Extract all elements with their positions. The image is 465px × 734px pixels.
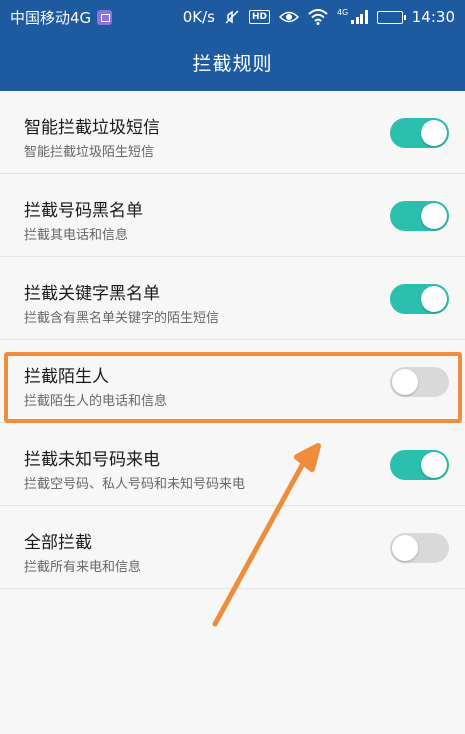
rule-toggle[interactable] — [390, 450, 449, 480]
rule-title: 全部拦截 — [24, 533, 92, 553]
rule-toggle[interactable] — [390, 201, 449, 231]
rule-description: 拦截陌生人的电话和信息 — [24, 394, 168, 409]
rule-description: 拦截空号码、私人号码和未知号码来电 — [24, 477, 246, 492]
rule-title: 智能拦截垃圾短信 — [24, 118, 160, 138]
battery-icon — [376, 10, 406, 24]
toggle-knob — [421, 286, 447, 312]
rule-item[interactable]: 拦截陌生人拦截陌生人的电话和信息 — [0, 340, 465, 423]
rule-description: 拦截含有黑名单关键字的陌生短信 — [24, 311, 220, 326]
rule-title: 拦截号码黑名单 — [24, 201, 143, 221]
eye-icon — [278, 11, 299, 23]
rule-list: 智能拦截垃圾短信智能拦截垃圾陌生短信拦截号码黑名单拦截其电话和信息拦截关键字黑名… — [0, 91, 465, 589]
rule-item[interactable]: 拦截号码黑名单拦截其电话和信息 — [0, 174, 465, 257]
rule-description: 拦截其电话和信息 — [24, 228, 129, 243]
rule-description: 拦截所有来电和信息 — [24, 560, 142, 575]
status-right: 0K/s HD 4G 14:30 — [182, 7, 455, 27]
toggle-knob — [392, 535, 418, 561]
rule-description: 智能拦截垃圾陌生短信 — [24, 145, 155, 160]
toggle-knob — [392, 369, 418, 395]
rule-item[interactable]: 智能拦截垃圾短信智能拦截垃圾陌生短信 — [0, 91, 465, 174]
carrier-label: 中国移动4G — [10, 8, 92, 27]
rule-title: 拦截未知号码来电 — [24, 450, 160, 470]
network-speed: 0K/s — [182, 8, 215, 26]
network-type: 4G — [336, 7, 349, 17]
rule-item[interactable]: 拦截关键字黑名单拦截含有黑名单关键字的陌生短信 — [0, 257, 465, 340]
rule-toggle[interactable] — [390, 118, 449, 148]
sim-icon — [97, 9, 113, 25]
mute-icon — [225, 10, 239, 24]
page-title: 拦截规则 — [192, 53, 273, 75]
status-left: 中国移动4G — [10, 7, 113, 28]
rule-toggle[interactable] — [390, 533, 449, 563]
rule-toggle[interactable] — [390, 367, 449, 397]
clock: 14:30 — [411, 8, 455, 26]
rule-title: 拦截关键字黑名单 — [24, 284, 160, 304]
toggle-knob — [421, 203, 447, 229]
status-bar: 中国移动4G 0K/s HD 4G 14:30 — [0, 0, 465, 34]
wifi-icon — [308, 9, 328, 25]
rule-item[interactable]: 全部拦截拦截所有来电和信息 — [0, 506, 465, 589]
rule-item[interactable]: 拦截未知号码来电拦截空号码、私人号码和未知号码来电 — [0, 423, 465, 506]
rule-title: 拦截陌生人 — [24, 367, 109, 387]
toggle-knob — [421, 452, 447, 478]
hd-icon: HD — [248, 10, 270, 24]
toggle-knob — [421, 120, 447, 146]
signal-icon — [351, 10, 368, 24]
title-bar: 拦截规则 — [0, 34, 465, 91]
rule-toggle[interactable] — [390, 284, 449, 314]
